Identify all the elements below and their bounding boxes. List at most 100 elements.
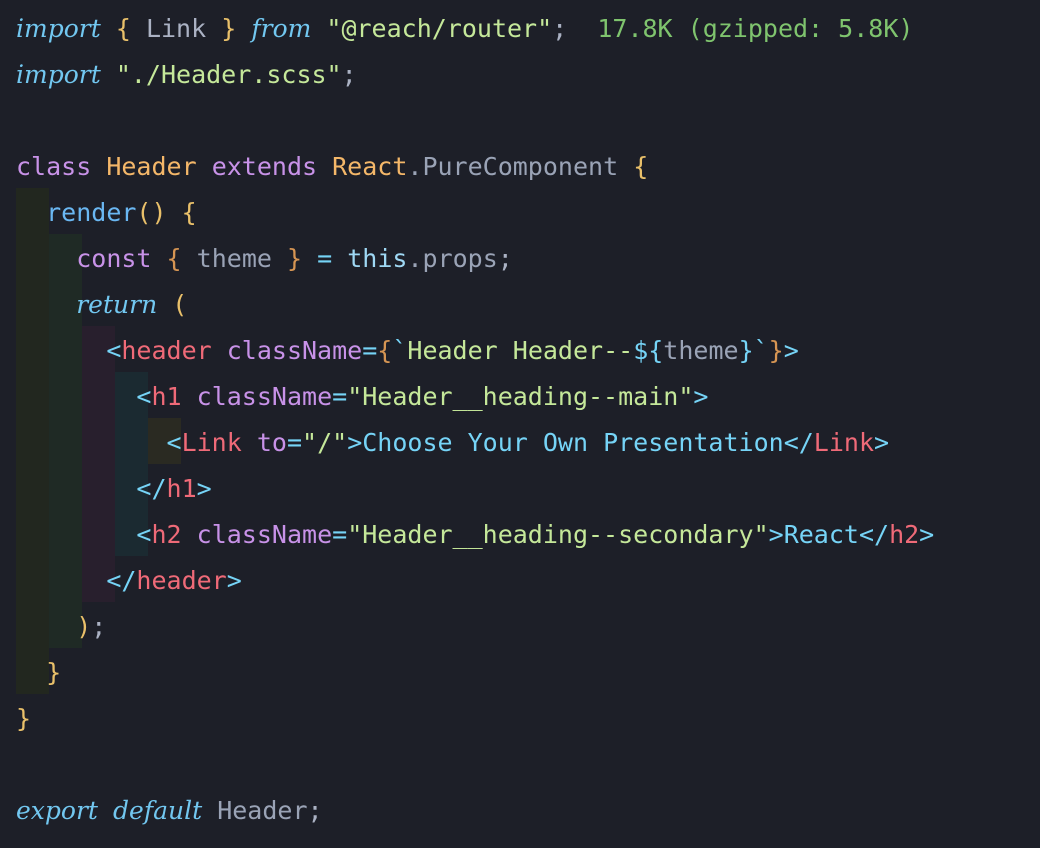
code-line-15: } xyxy=(16,650,61,696)
keyword-import: import xyxy=(16,60,101,89)
render-method: render xyxy=(46,198,137,227)
semicolon: ; xyxy=(341,60,357,89)
jsx-tag-h2: h2 xyxy=(151,520,182,549)
code-line-2: import "./Header.scss"; xyxy=(16,52,357,98)
props: props xyxy=(422,244,498,273)
dot: . xyxy=(407,244,423,273)
equals: = xyxy=(286,428,303,457)
jsx-attr-classname: className xyxy=(196,382,333,411)
jsx-attr-classname: className xyxy=(196,520,333,549)
brace: { xyxy=(377,336,393,365)
parens: () xyxy=(136,198,167,227)
jsx-tag-header: header xyxy=(121,336,212,365)
jsx-attr-to: to xyxy=(256,428,287,457)
paren: ( xyxy=(172,290,188,319)
angle: > xyxy=(874,428,890,457)
equals: = xyxy=(332,382,348,411)
code-line-18: export default Header; xyxy=(16,788,323,834)
module-string: "@reach/router" xyxy=(326,14,553,43)
brace: } xyxy=(221,14,237,43)
angle: < xyxy=(136,382,152,411)
angle: > xyxy=(919,520,935,549)
import-cost-annotation: 17.8K (gzipped: 5.8K) xyxy=(597,14,914,43)
keyword-default: default xyxy=(113,796,203,825)
angle: > xyxy=(768,520,784,549)
brace: } xyxy=(16,704,32,733)
angle: < xyxy=(166,428,182,457)
angle: > xyxy=(347,428,363,457)
variable-theme: theme xyxy=(196,244,272,273)
angle: > xyxy=(783,336,799,365)
keyword-const: const xyxy=(76,244,152,273)
angle: > xyxy=(196,474,212,503)
code-line-8: <header className={`Header Header--${the… xyxy=(16,328,799,374)
code-line-14: ); xyxy=(16,604,106,650)
keyword-return: return xyxy=(76,290,158,319)
react-object: React xyxy=(332,152,408,181)
angle: < xyxy=(136,520,152,549)
brace: { xyxy=(166,244,182,273)
export-name: Header xyxy=(217,796,308,825)
jsx-tag-h1: h1 xyxy=(166,474,197,503)
angle: < xyxy=(106,336,122,365)
angle: </ xyxy=(136,474,167,503)
code-editor[interactable]: import { Link } from "@reach/router"; 17… xyxy=(0,0,1040,848)
template-interp-open: ${ xyxy=(633,336,664,365)
angle: > xyxy=(226,566,242,595)
brace: } xyxy=(46,658,62,687)
class-name: Header xyxy=(106,152,197,181)
keyword-import: import xyxy=(16,14,101,43)
code-line-6: const { theme } = this.props; xyxy=(16,236,513,282)
semicolon: ; xyxy=(91,612,107,641)
angle: </ xyxy=(783,428,814,457)
keyword-export: export xyxy=(16,796,98,825)
code-line-9: <h1 className="Header__heading--main"> xyxy=(16,374,708,420)
code-line-10: <Link to="/">Choose Your Own Presentatio… xyxy=(16,420,890,466)
brace: { xyxy=(181,198,197,227)
keyword-this: this xyxy=(347,244,408,273)
angle: > xyxy=(693,382,709,411)
template-text: Header Header-- xyxy=(407,336,634,365)
variable-theme: theme xyxy=(663,336,739,365)
module-string: "./Header.scss" xyxy=(115,60,342,89)
code-line-13: </header> xyxy=(16,558,242,604)
jsx-tag-h1: h1 xyxy=(151,382,182,411)
template-interp-close: }` xyxy=(738,336,769,365)
code-line-16: } xyxy=(16,696,31,742)
equals: = xyxy=(362,336,378,365)
paren: ) xyxy=(76,612,92,641)
angle: </ xyxy=(858,520,890,549)
brace: } xyxy=(287,244,303,273)
semicolon: ; xyxy=(497,244,513,273)
jsx-attr-classname: className xyxy=(226,336,363,365)
brace: { xyxy=(115,14,131,43)
h2-text: React xyxy=(783,520,859,549)
semicolon: ; xyxy=(307,796,323,825)
semicolon: ; xyxy=(552,14,568,43)
brace: { xyxy=(633,152,649,181)
jsx-tag-link: Link xyxy=(181,428,242,457)
brace: } xyxy=(768,336,784,365)
dot: . xyxy=(407,152,423,181)
code-line-5: render() { xyxy=(16,190,197,236)
keyword-from: from xyxy=(251,14,312,43)
import-name: Link xyxy=(145,14,207,43)
equals: = xyxy=(317,244,333,273)
jsx-tag-h2: h2 xyxy=(889,520,920,549)
to-string: "/" xyxy=(302,428,348,457)
pure-component: PureComponent xyxy=(422,152,619,181)
code-line-7: return ( xyxy=(16,282,187,328)
class-string: "Header__heading--secondary" xyxy=(347,520,769,549)
class-string: "Header__heading--main" xyxy=(347,382,694,411)
code-line-4: class Header extends React.PureComponent… xyxy=(16,144,648,190)
keyword-extends: extends xyxy=(211,152,318,181)
keyword-class: class xyxy=(16,152,92,181)
backtick: ` xyxy=(392,336,408,365)
jsx-tag-header: header xyxy=(136,566,227,595)
code-line-1: import { Link } from "@reach/router"; 17… xyxy=(16,6,913,52)
angle: </ xyxy=(106,566,137,595)
code-line-12: <h2 className="Header__heading--secondar… xyxy=(16,512,934,558)
link-text: Choose Your Own Presentation xyxy=(362,428,784,457)
jsx-tag-link: Link xyxy=(813,428,875,457)
equals: = xyxy=(332,520,348,549)
